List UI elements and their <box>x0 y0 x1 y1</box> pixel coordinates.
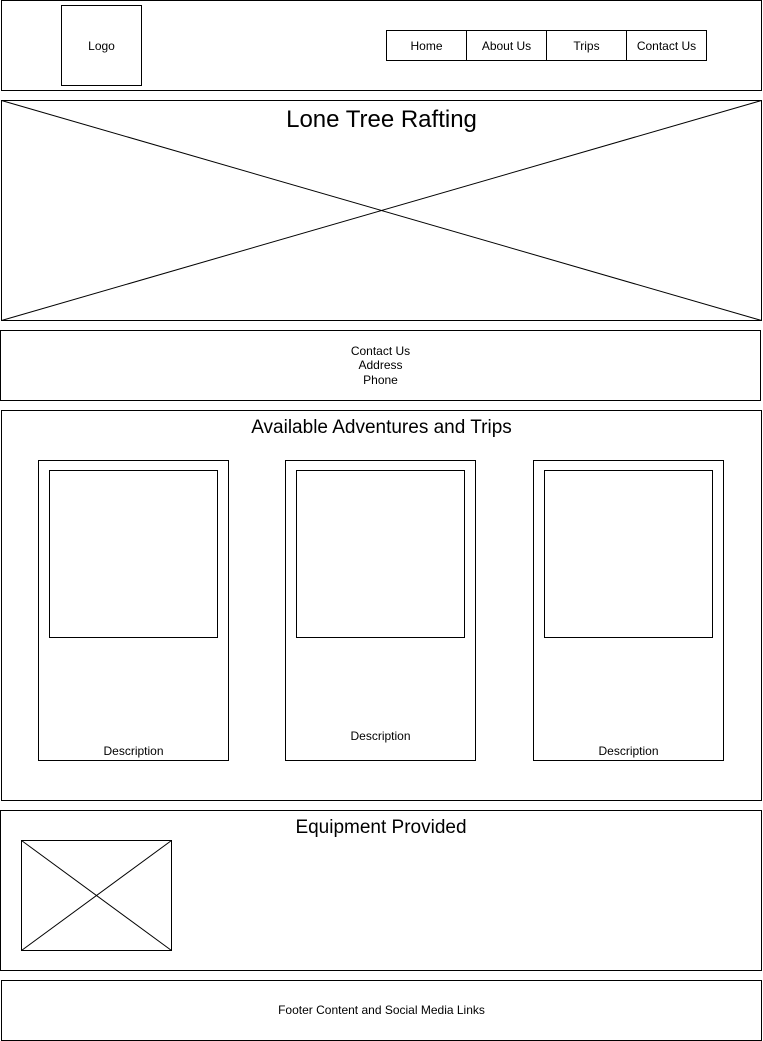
trip-card-description: Description <box>350 729 411 743</box>
address-line: Address <box>358 358 403 372</box>
trip-card-description: Description <box>103 744 164 758</box>
trip-card-description: Description <box>598 744 659 758</box>
trip-card-image <box>296 470 465 638</box>
trip-card-image <box>49 470 218 638</box>
logo-placeholder[interactable]: Logo <box>61 5 142 86</box>
footer-text[interactable]: Footer Content and Social Media Links <box>1 1003 762 1017</box>
contact-us-line: Contact Us <box>350 344 411 358</box>
nav-home[interactable]: Home <box>386 30 467 61</box>
nav-contact-us[interactable]: Contact Us <box>626 30 707 61</box>
trips-title: Available Adventures and Trips <box>251 417 512 438</box>
nav-about-us-label: About Us <box>481 38 532 53</box>
nav-about-us[interactable]: About Us <box>466 30 547 61</box>
nav-trips-label: Trips <box>573 38 600 53</box>
phone-line: Phone <box>363 373 398 387</box>
equipment-title: Equipment Provided <box>295 817 467 838</box>
nav-contact-us-label: Contact Us <box>636 38 697 53</box>
logo-label: Logo <box>88 38 115 53</box>
nav-trips[interactable]: Trips <box>546 30 627 61</box>
nav-home-label: Home <box>410 38 443 53</box>
hero-title: Lone Tree Rafting <box>286 106 477 133</box>
trip-card-image <box>544 470 713 638</box>
equipment-image-placeholder <box>21 840 172 951</box>
